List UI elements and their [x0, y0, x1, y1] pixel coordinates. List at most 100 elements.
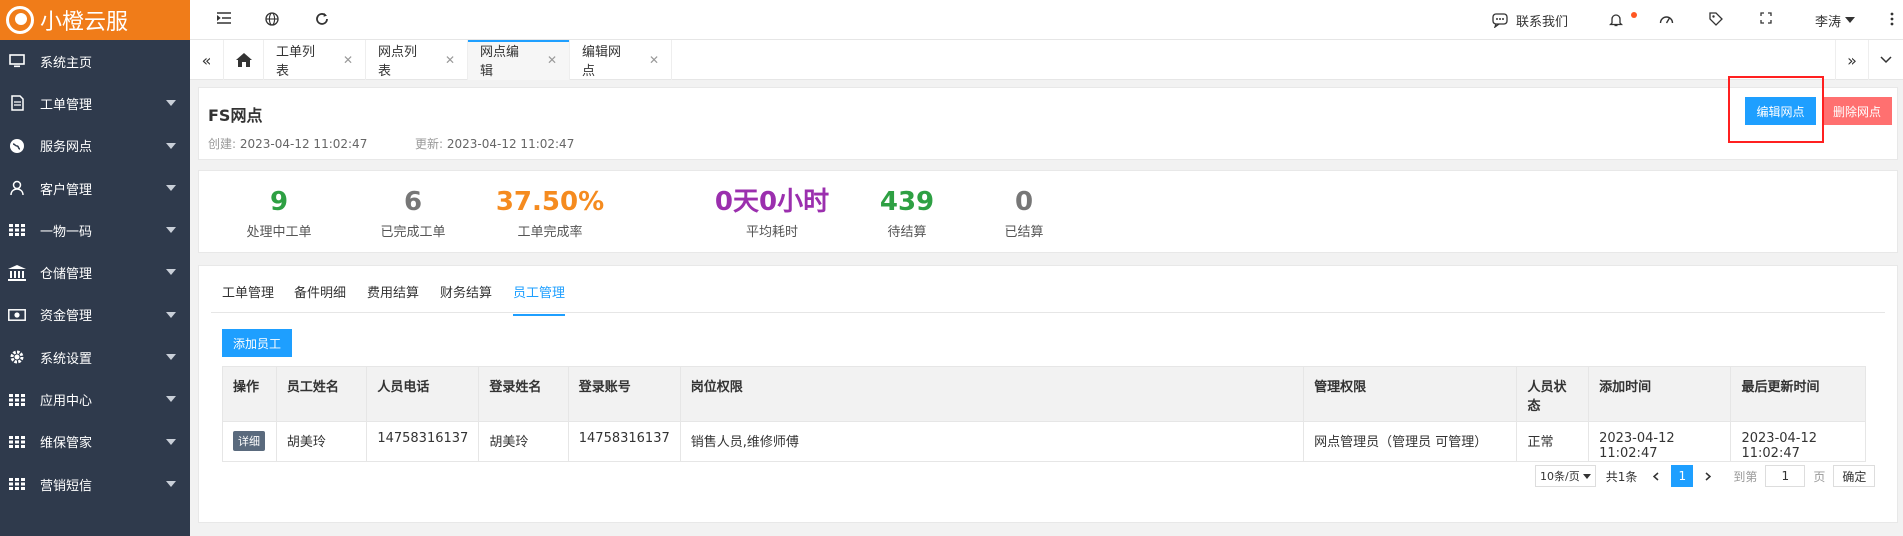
user-icon	[8, 180, 26, 196]
sidebar-item-label: 系统设置	[40, 351, 93, 367]
notification-dot	[1631, 12, 1637, 18]
fullscreen-icon[interactable]	[1758, 12, 1774, 28]
point-header-panel: FS网点 创建: 2023-04-12 11:02:47 更新: 2023-04…	[198, 87, 1898, 160]
sidebar-item-home[interactable]: 系统主页	[0, 40, 190, 82]
close-icon[interactable]: ✕	[649, 53, 659, 67]
sidebar-item-service-points[interactable]: 服务网点	[0, 125, 190, 167]
sidebar-item-label: 营销短信	[40, 478, 93, 494]
caret-down-icon	[166, 354, 176, 361]
grid-icon	[8, 392, 26, 408]
detail-button[interactable]: 详细	[233, 431, 265, 451]
created-label: 创建:	[208, 137, 237, 151]
sidebar-item-label: 工单管理	[40, 97, 93, 113]
cell-positions: 销售人员,维修师傅	[679, 421, 1305, 462]
subtab-divider	[211, 312, 1885, 313]
tab-point-list[interactable]: 网点列表 ✕	[366, 40, 468, 80]
contact-us-link[interactable]: 联系我们	[1492, 0, 1568, 40]
pagination: 10条/页 共1条 1 到第 1 页 确定	[1535, 465, 1876, 487]
sidebar-item-app-center[interactable]: 应用中心	[0, 378, 190, 420]
close-icon[interactable]: ✕	[445, 53, 455, 67]
tab-order-list[interactable]: 工单列表 ✕	[264, 40, 366, 80]
sidebar-item-customers[interactable]: 客户管理	[0, 167, 190, 209]
menu-fold-icon[interactable]	[216, 12, 232, 28]
close-icon[interactable]: ✕	[547, 53, 557, 67]
top-header: 联系我们 李涛	[190, 0, 1903, 40]
caret-down-icon	[166, 396, 176, 403]
brand-logo[interactable]: 小橙云服	[0, 0, 190, 40]
highlight-annotation	[1728, 76, 1824, 143]
double-chevron-right-icon: »	[1847, 50, 1857, 70]
tab-label: 网点列表	[378, 45, 418, 79]
goto-label: 到第	[1733, 469, 1758, 484]
sidebar-item-orders[interactable]: 工单管理	[0, 82, 190, 124]
money-icon	[8, 307, 26, 323]
column-header: 添加时间	[1588, 366, 1732, 422]
add-staff-button[interactable]: 添加员工	[222, 329, 292, 357]
page-number-current[interactable]: 1	[1671, 465, 1694, 487]
tab-label: 工单列表	[276, 45, 316, 79]
user-menu[interactable]: 李涛	[1815, 0, 1856, 40]
sidebar-item-label: 维保管家	[40, 436, 93, 452]
stat-label: 已结算	[1004, 225, 1044, 240]
column-header: 员工姓名	[275, 366, 368, 422]
updated-meta: 更新: 2023-04-12 11:02:47	[415, 135, 574, 152]
sidebar-item-label: 一物一码	[40, 224, 93, 240]
delete-point-button[interactable]: 删除网点	[1822, 97, 1892, 125]
caret-down-icon	[1845, 17, 1856, 23]
sidebar: 小橙云服 系统主页 工单管理 服务网点 客户管理 一物一码 仓储管理 资金管理 …	[0, 0, 190, 536]
tab-edit-point[interactable]: 编辑网点 ✕	[570, 40, 672, 80]
column-header: 操作	[222, 366, 277, 422]
chevron-down-icon	[1582, 473, 1591, 479]
total-count: 共1条	[1605, 469, 1638, 484]
cell-login-account: 14758316137	[567, 421, 681, 462]
stat-completed-orders: 6 已完成工单	[333, 185, 493, 240]
tabs-scroll-left-button[interactable]: «	[190, 40, 224, 80]
page-size-select[interactable]: 10条/页	[1535, 465, 1596, 487]
caret-down-icon	[166, 438, 176, 445]
column-header: 最后更新时间	[1730, 366, 1866, 422]
sidebar-item-maintenance[interactable]: 维保管家	[0, 421, 190, 463]
column-header: 管理权限	[1303, 366, 1518, 422]
sidebar-item-label: 资金管理	[40, 309, 93, 325]
grid-icon	[8, 222, 26, 238]
goto-page-input[interactable]: 1	[1765, 465, 1806, 487]
contact-us-label: 联系我们	[1516, 14, 1569, 30]
stat-value: 37.50%	[495, 187, 605, 217]
sidebar-item-label: 应用中心	[40, 394, 93, 410]
column-header: 岗位权限	[679, 366, 1305, 422]
brand-logo-icon	[6, 6, 34, 34]
caret-down-icon	[166, 100, 176, 107]
sidebar-item-warehouse[interactable]: 仓储管理	[0, 251, 190, 293]
double-chevron-left-icon: «	[201, 50, 212, 70]
sidebar-item-settings[interactable]: 系统设置	[0, 336, 190, 378]
prev-page-button[interactable]	[1645, 465, 1667, 487]
next-page-button[interactable]	[1697, 465, 1719, 487]
cell-updated-time: 2023-04-12 11:02:47	[1730, 421, 1866, 462]
sidebar-item-sms[interactable]: 营销短信	[0, 463, 190, 505]
home-tab[interactable]	[224, 40, 264, 80]
bell-icon[interactable]	[1608, 12, 1624, 28]
sidebar-item-funds[interactable]: 资金管理	[0, 294, 190, 336]
sidebar-item-label: 客户管理	[40, 182, 93, 198]
refresh-icon[interactable]	[314, 12, 330, 28]
globe-icon	[8, 138, 26, 154]
updated-label: 更新:	[415, 137, 444, 151]
sidebar-item-one-code[interactable]: 一物一码	[0, 209, 190, 251]
tag-icon[interactable]	[1708, 12, 1724, 28]
close-icon[interactable]: ✕	[343, 53, 353, 67]
caret-down-icon	[166, 142, 176, 149]
brand-name: 小橙云服	[40, 10, 129, 35]
more-vertical-icon[interactable]	[1884, 12, 1900, 28]
globe-icon[interactable]	[264, 12, 280, 28]
column-header: 人员电话	[366, 366, 480, 422]
tab-point-edit[interactable]: 网点编辑 ✕	[468, 40, 570, 80]
cell-name: 胡美玲	[275, 421, 368, 462]
stat-label: 已完成工单	[380, 225, 446, 240]
goto-confirm-button[interactable]: 确定	[1833, 465, 1876, 487]
tabs-scroll-right-button[interactable]: »	[1835, 40, 1869, 80]
tabs-menu-button[interactable]	[1869, 40, 1903, 80]
chevron-down-icon	[1880, 56, 1892, 64]
dashboard-icon[interactable]	[1658, 12, 1674, 28]
stats-panel: 9 处理中工单 6 已完成工单 37.50% 工单完成率 0天0小时 平均耗时 …	[198, 170, 1898, 253]
column-header: 人员状态	[1516, 366, 1590, 422]
